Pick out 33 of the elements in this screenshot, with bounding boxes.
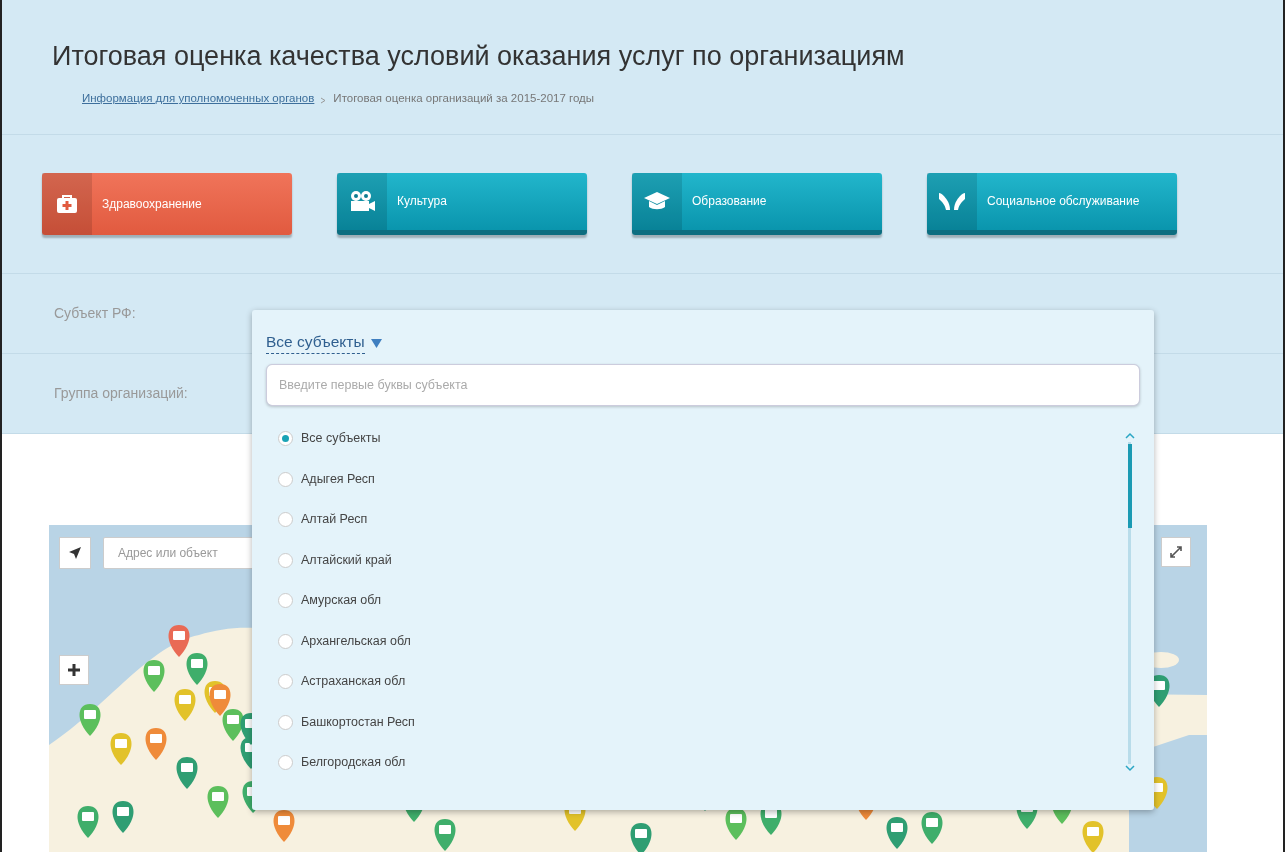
region-option[interactable]: Адыгея Респ (266, 458, 1126, 500)
zoom-in-button[interactable] (59, 655, 89, 685)
radio-button[interactable] (278, 431, 293, 446)
hands-icon (938, 191, 966, 212)
location-arrow-icon (68, 546, 82, 560)
radio-button[interactable] (278, 512, 293, 527)
region-option[interactable]: Астраханская обл (266, 661, 1126, 702)
fullscreen-button[interactable] (1161, 537, 1191, 567)
page-title: Итоговая оценка качества условий оказания услуг по организациям (51, 40, 906, 73)
graduation-cap-icon (643, 191, 671, 212)
region-option[interactable]: Все субъекты (266, 418, 1126, 459)
region-option[interactable]: Амурская обл (266, 580, 1126, 621)
filter-label: Субъект РФ: (54, 303, 136, 323)
breadcrumb-link[interactable]: Информация для уполномоченных органов (82, 92, 315, 105)
region-option[interactable]: Алтай Респ (266, 499, 1126, 540)
radio-button[interactable] (278, 593, 293, 608)
radio-button[interactable] (278, 714, 293, 730)
expand-icon (1170, 546, 1182, 558)
radio-button[interactable] (278, 552, 293, 568)
first-aid-kit-icon (56, 193, 78, 214)
radio-button[interactable] (278, 633, 293, 649)
region-select[interactable]: Все субъекты (266, 330, 365, 355)
plus-icon (68, 664, 80, 676)
locate-button[interactable] (59, 537, 91, 569)
region-search-field[interactable]: Введите первые буквы субъекта (266, 364, 1140, 407)
region-option[interactable]: Башкортостан Респ (266, 701, 1126, 743)
region-option[interactable]: Белгородская обл (266, 742, 1126, 783)
breadcrumb-current: Итоговая оценка организаций за 2015-2017 годы (333, 92, 595, 105)
radio-button[interactable] (278, 471, 293, 487)
radio-button[interactable] (278, 755, 293, 770)
filter-label: Группа организаций: (54, 383, 188, 403)
radio-button[interactable] (278, 674, 293, 689)
region-option[interactable]: Архангельская обл (266, 620, 1126, 662)
